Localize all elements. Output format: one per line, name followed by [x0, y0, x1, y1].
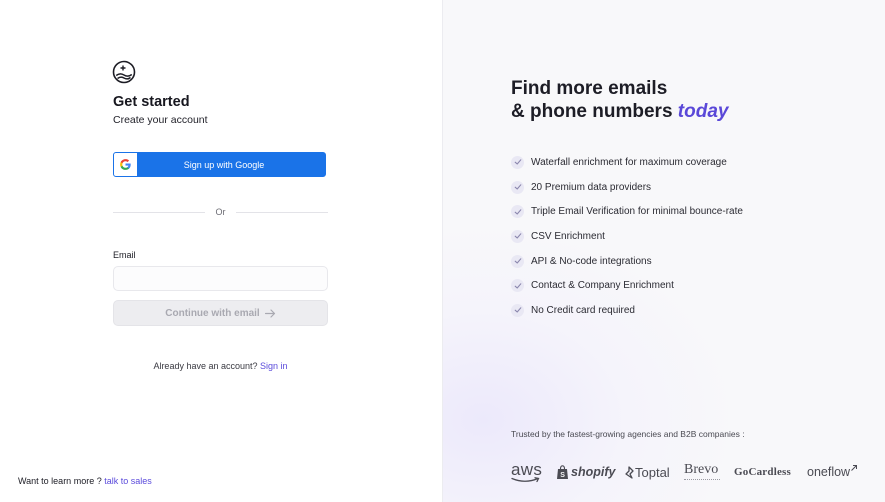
trusted-by-text: Trusted by the fastest-growing agencies …	[511, 429, 745, 439]
oneflow-logo-text: oneflow	[807, 465, 851, 479]
feature-item: Contact & Company Enrichment	[511, 273, 743, 298]
page-title: Get started	[113, 94, 190, 110]
brevo-logo: Brevo	[684, 458, 720, 486]
feature-text: Contact & Company Enrichment	[531, 280, 674, 292]
signin-prompt-text: Already have an account?	[153, 361, 258, 371]
arrow-right-icon	[264, 308, 275, 318]
brand-logo-icon	[112, 60, 136, 84]
brevo-logo-text: Brevo	[684, 462, 719, 477]
google-signup-label: Sign up with Google	[183, 159, 265, 170]
gocardless-logo-text: GoCardless	[734, 466, 791, 478]
toptal-logo: Toptal	[624, 458, 670, 486]
feature-item: 20 Premium data providers	[511, 175, 743, 200]
headline-accent: today	[677, 101, 729, 122]
headline-line-2: & phone numbers today	[511, 100, 728, 123]
aws-smile-icon	[511, 476, 540, 482]
feature-item: Waterfall enrichment for maximum coverag…	[511, 150, 743, 175]
or-divider: Or	[113, 207, 328, 219]
shopify-logo: S shopify	[556, 458, 615, 486]
feature-text: No Credit card required	[531, 304, 635, 316]
shopify-logo-text: shopify	[571, 465, 616, 479]
feature-list: Waterfall enrichment for maximum coverag…	[511, 150, 743, 323]
feature-item: Triple Email Verification for minimal bo…	[511, 199, 743, 224]
oneflow-mark-icon	[851, 465, 858, 471]
toptal-logo-text: Toptal	[635, 464, 670, 480]
check-icon	[511, 155, 524, 169]
check-icon	[511, 303, 524, 317]
headline-line-2-text: & phone numbers	[511, 101, 678, 122]
oneflow-logo: oneflow	[807, 458, 858, 486]
learn-more-text: Want to learn more ?	[18, 476, 102, 486]
signin-prompt: Already have an account? Sign in	[113, 361, 328, 371]
signin-link[interactable]: Sign in	[260, 361, 288, 371]
check-icon	[511, 229, 524, 243]
feature-text: API & No-code integrations	[531, 255, 652, 267]
brevo-tagline-mark	[684, 479, 720, 481]
feature-text: 20 Premium data providers	[531, 181, 652, 193]
feature-text: Waterfall enrichment for maximum coverag…	[531, 156, 727, 168]
continue-label: Continue with email	[165, 307, 260, 319]
check-icon	[511, 180, 524, 194]
check-icon	[511, 279, 524, 293]
shopify-bag-icon: S	[557, 464, 568, 479]
check-icon	[511, 205, 524, 219]
toptal-mark-icon	[625, 465, 634, 479]
feature-item: No Credit card required	[511, 298, 743, 323]
check-icon	[511, 254, 524, 268]
learn-more-prompt: Want to learn more ? talk to sales	[18, 476, 152, 486]
aws-logo: aws	[511, 458, 542, 486]
feature-item: CSV Enrichment	[511, 224, 743, 249]
google-icon	[114, 153, 137, 176]
page-subtitle: Create your account	[113, 114, 208, 126]
feature-text: Triple Email Verification for minimal bo…	[531, 206, 743, 218]
continue-with-email-button[interactable]: Continue with email	[113, 300, 328, 326]
email-label: Email	[113, 250, 136, 260]
aws-logo-text: aws	[511, 459, 543, 479]
email-input[interactable]	[113, 266, 328, 291]
headline-line-1: Find more emails	[511, 78, 668, 99]
talk-to-sales-link[interactable]: talk to sales	[104, 476, 152, 486]
feature-text: CSV Enrichment	[531, 230, 605, 242]
feature-item: API & No-code integrations	[511, 249, 743, 274]
divider-line-right	[236, 212, 328, 213]
signup-panel: Get started Create your account Sign up …	[0, 0, 443, 502]
google-signup-button[interactable]: Sign up with Google	[113, 152, 326, 177]
svg-text:S: S	[560, 472, 565, 479]
marketing-headline: Find more emails & phone numbers today	[511, 77, 728, 123]
gocardless-logo: GoCardless	[734, 458, 791, 486]
